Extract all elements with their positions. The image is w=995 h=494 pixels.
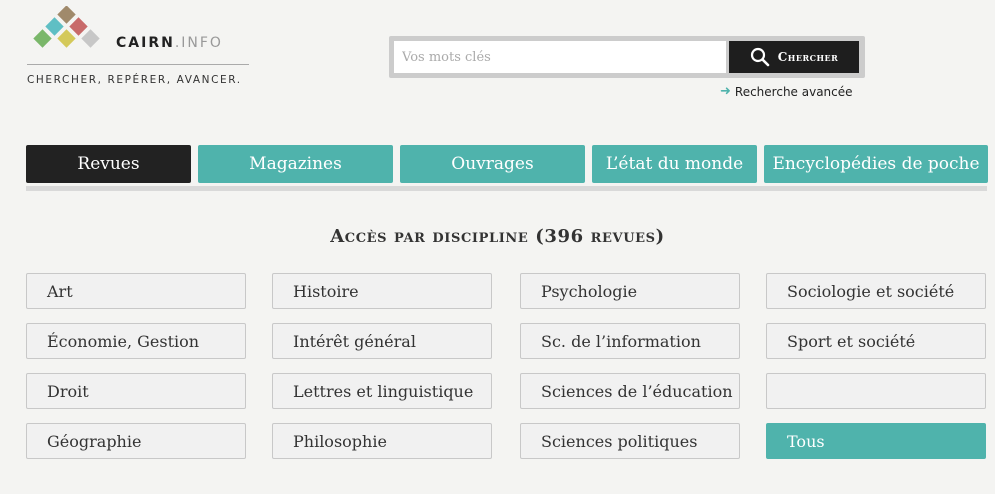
discipline-droit[interactable]: Droit: [26, 373, 246, 409]
cairn-logo[interactable]: CAIRN.INFO CHERCHER, REPÉRER, AVANCER.: [27, 6, 257, 92]
discipline-lettres[interactable]: Lettres et linguistique: [272, 373, 492, 409]
logo-wordmark: CAIRN.INFO: [116, 35, 223, 51]
tab-ouvrages[interactable]: Ouvrages: [400, 145, 585, 183]
logo-suffix: .INFO: [174, 35, 223, 51]
discipline-psychologie[interactable]: Psychologie: [520, 273, 740, 309]
discipline-histoire[interactable]: Histoire: [272, 273, 492, 309]
discipline-interet-general[interactable]: Intérêt général: [272, 323, 492, 359]
search-input[interactable]: [394, 41, 726, 73]
advanced-search-link[interactable]: ➜ Recherche avancée: [720, 84, 853, 99]
discipline-tous[interactable]: Tous: [766, 423, 986, 459]
logo-divider: [27, 64, 249, 65]
discipline-heading: Accès par discipline (396 revues): [330, 226, 665, 247]
logo-diamonds-icon: [33, 6, 100, 48]
discipline-sciences-politiques[interactable]: Sciences politiques: [520, 423, 740, 459]
discipline-geographie[interactable]: Géographie: [26, 423, 246, 459]
discipline-art[interactable]: Art: [26, 273, 246, 309]
tab-encyclopedies[interactable]: Encyclopédies de poche: [764, 145, 988, 183]
search-bar: Chercher: [389, 36, 865, 78]
discipline-empty-slot: [766, 373, 986, 409]
discipline-economie[interactable]: Économie, Gestion: [26, 323, 246, 359]
discipline-sc-information[interactable]: Sc. de l’information: [520, 323, 740, 359]
logo-tagline: CHERCHER, REPÉRER, AVANCER.: [27, 74, 242, 86]
logo-name: CAIRN: [116, 35, 175, 51]
tab-revues[interactable]: Revues: [26, 145, 191, 183]
discipline-sciences-education[interactable]: Sciences de l’éducation: [520, 373, 740, 409]
arrow-right-icon: ➜: [720, 84, 731, 99]
search-button-label: Chercher: [777, 50, 839, 64]
discipline-sociologie[interactable]: Sociologie et société: [766, 273, 986, 309]
tabs-underline: [26, 186, 987, 191]
search-icon: [750, 47, 770, 67]
search-button[interactable]: Chercher: [729, 41, 859, 73]
discipline-philosophie[interactable]: Philosophie: [272, 423, 492, 459]
discipline-sport[interactable]: Sport et société: [766, 323, 986, 359]
tab-magazines[interactable]: Magazines: [198, 145, 393, 183]
advanced-search-label: Recherche avancée: [734, 84, 853, 99]
tab-etat-du-monde[interactable]: L’état du monde: [592, 145, 757, 183]
